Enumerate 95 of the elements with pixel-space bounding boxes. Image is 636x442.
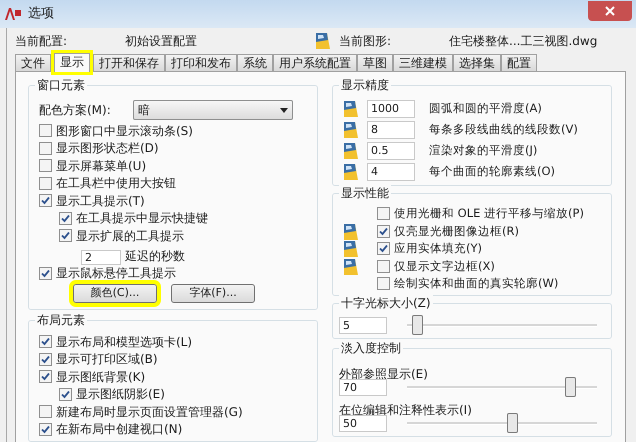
setting-label: 圆弧和圆的平滑度(A) [429, 100, 542, 117]
drawing-file-icon [343, 222, 359, 241]
drawing-file-icon [343, 240, 359, 258]
checkbox[interactable] [39, 176, 52, 190]
value-field[interactable]: 70 [339, 378, 387, 396]
tab[interactable]: 系统 [237, 54, 273, 71]
tab[interactable]: 显示 [54, 53, 90, 72]
option-label: 显示图形状态栏(D) [56, 140, 159, 158]
option-label: 显示图纸阴影(E) [76, 386, 165, 404]
tab[interactable]: 三维建模 [393, 54, 453, 71]
drawing-file-icon [343, 120, 359, 138]
checkmark-icon [61, 390, 70, 399]
option-label: 显示扩展的工具提示 [76, 228, 184, 245]
drawing-value: 住宅楼整体...工三视图.dwg [449, 33, 598, 50]
group-title: 显示精度 [339, 77, 391, 93]
checkbox[interactable] [377, 224, 390, 238]
checkbox[interactable] [39, 370, 52, 384]
checkbox[interactable] [39, 266, 52, 280]
option-label: 应用实体填充(Y) [394, 240, 482, 258]
option-label: 显示鼠标悬停工具提示 [56, 265, 176, 282]
tab[interactable]: 用户系统配置 [273, 54, 357, 71]
value-field[interactable]: 4 [367, 162, 415, 180]
checkbox[interactable] [377, 260, 390, 273]
checkbox[interactable] [59, 212, 72, 225]
window-title: 选项 [28, 5, 54, 24]
tab[interactable]: 文件 [15, 54, 51, 71]
close-icon [605, 6, 615, 16]
group-title: 显示性能 [339, 185, 391, 201]
option-label: 在新布局中创建视口(N) [56, 421, 182, 438]
drawing-file-icon [315, 32, 331, 50]
option-label: 显示工具提示(T) [56, 192, 145, 210]
option-label: 显示可打印区域(B) [56, 351, 158, 368]
group-title: 布局元素 [35, 312, 87, 328]
checkbox[interactable] [39, 142, 52, 155]
color-scheme-label: 配色方案(M): [39, 102, 112, 119]
option-label: 显示布局和模型选项卡(L) [56, 334, 192, 351]
color-scheme-dropdown[interactable]: 暗 [133, 100, 293, 120]
group-title: 窗口元素 [35, 77, 87, 93]
option-label: 延迟的秒数 [125, 248, 185, 264]
checkbox[interactable] [39, 422, 52, 436]
profile-value: 初始设置配置 [125, 33, 198, 50]
checkbox[interactable] [377, 207, 390, 220]
group-title: 十字光标大小(Z) [339, 294, 433, 310]
slider-thumb[interactable] [565, 376, 576, 396]
checkbox[interactable] [39, 352, 52, 366]
checkbox[interactable] [377, 242, 390, 256]
option-label: 在工具栏中使用大按钮 [56, 175, 176, 192]
option-label: 新建布局时显示页面设置管理器(G) [56, 404, 243, 421]
option-label: 使用光栅和 OLE 进行平移与缩放(P) [394, 205, 584, 222]
drawing-file-icon [343, 100, 359, 118]
checkbox[interactable] [59, 388, 72, 401]
delay-field[interactable]: 2 [81, 250, 121, 264]
profile-label: 当前配置: [15, 33, 68, 50]
tab[interactable]: 草图 [357, 54, 393, 71]
checkbox[interactable] [59, 229, 72, 242]
setting-label: 渲染对象的平滑度(J) [429, 142, 538, 159]
option-label: 图形窗口中显示滚动条(S) [56, 122, 193, 140]
value-field[interactable]: 0.5 [367, 142, 415, 160]
drawing-file-icon [343, 162, 359, 180]
tab[interactable]: 选择集 [453, 54, 501, 71]
checkbox[interactable] [39, 335, 52, 348]
tab[interactable]: 配置 [501, 54, 537, 71]
slider-label: 在位编辑和注释性表示(I) [339, 402, 472, 416]
option-label: 绘制实体和曲面的真实轮廓(W) [394, 275, 558, 292]
option-label: 显示图纸背景(K) [56, 368, 146, 386]
checkmark-icon [41, 424, 50, 434]
slider-thumb[interactable] [506, 412, 518, 432]
value-field[interactable]: 8 [367, 120, 415, 138]
group-title: 淡入度控制 [339, 340, 403, 356]
drawing-label: 当前图形: [339, 33, 392, 50]
checkbox[interactable] [39, 159, 52, 172]
option-label: 仅显示文字边框(X) [394, 258, 495, 275]
option-label: 仅亮显光栅图像边框(R) [394, 222, 519, 240]
tab[interactable]: 打开和保存 [93, 54, 165, 71]
option-label: 在工具提示中显示快捷键 [76, 210, 208, 228]
value-field[interactable]: 50 [339, 414, 387, 432]
setting-label: 每个曲面的轮廓素线(O) [429, 162, 556, 180]
checkmark-icon [41, 268, 50, 278]
checkbox[interactable] [39, 194, 52, 208]
value-field[interactable]: 1000 [367, 100, 415, 118]
checkbox[interactable] [39, 405, 52, 418]
value-field[interactable]: 5 [339, 316, 387, 334]
slider-thumb[interactable] [412, 314, 422, 334]
checkmark-icon [41, 196, 50, 206]
checkbox[interactable] [377, 277, 390, 290]
drawing-file-icon [343, 142, 359, 160]
drawing-file-icon [343, 258, 359, 276]
tab[interactable]: 打印和发布 [165, 54, 237, 71]
dropdown-caret-icon [280, 108, 288, 112]
setting-label: 每条多段线曲线的线段数(V) [429, 120, 578, 138]
close-button[interactable] [588, 1, 632, 21]
option-label: 显示屏幕菜单(U) [56, 158, 146, 175]
checkbox[interactable] [39, 124, 52, 138]
app-logo-icon [4, 7, 22, 21]
dialog-button[interactable]: 字体(F)... [171, 284, 255, 303]
